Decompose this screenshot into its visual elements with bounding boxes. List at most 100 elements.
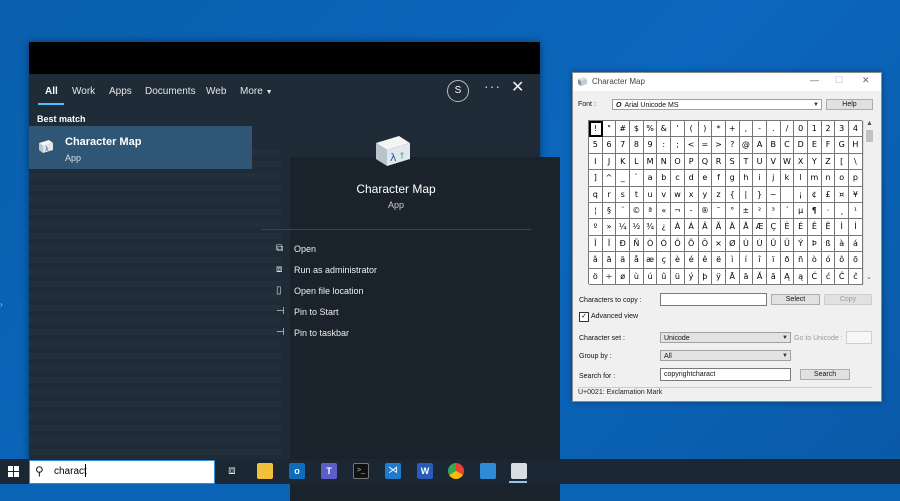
character-cell[interactable]: ç [657, 252, 672, 269]
character-cell[interactable] [780, 186, 795, 203]
character-cell[interactable]: K [616, 153, 631, 171]
grid-scrollbar[interactable]: ▲ ⌄ [863, 120, 875, 284]
character-cell[interactable]: < [684, 137, 699, 154]
character-cell[interactable]: é [684, 252, 699, 269]
character-cell[interactable]: Û [766, 235, 781, 253]
character-cell[interactable]: ¨ [616, 202, 631, 220]
character-cell[interactable]: ă [766, 268, 781, 285]
character-cell[interactable]: m [808, 170, 822, 187]
action-open-file-location[interactable]: ▯ Open file location [276, 285, 364, 299]
character-cell[interactable]: u [643, 186, 658, 203]
character-cell[interactable]: + [725, 121, 740, 138]
character-cell[interactable]: ą [794, 268, 808, 285]
character-cell[interactable]: ¶ [808, 202, 822, 220]
group-by-dropdown[interactable]: All ▼ [660, 350, 791, 361]
character-cell[interactable]: X [794, 153, 808, 171]
character-cell[interactable]: ú [643, 268, 658, 285]
character-cell[interactable]: ò [808, 252, 822, 269]
character-cell[interactable]: µ [794, 202, 808, 220]
character-cell[interactable]: M [643, 153, 658, 171]
tab-apps[interactable]: Apps [109, 84, 132, 100]
character-cell[interactable]: c [671, 170, 685, 187]
character-cell[interactable]: ¹ [849, 202, 863, 220]
character-cell[interactable]: ÷ [602, 268, 617, 285]
character-cell[interactable]: L [630, 153, 644, 171]
character-cell[interactable]: w [671, 186, 685, 203]
character-cell[interactable]: É [794, 219, 808, 236]
character-cell[interactable]: ± [739, 202, 754, 220]
scroll-down-icon[interactable]: ⌄ [866, 273, 872, 281]
character-cell[interactable]: i [753, 170, 767, 187]
character-cell[interactable]: [ [835, 153, 850, 171]
character-cell[interactable]: ¼ [616, 219, 631, 236]
character-cell[interactable]: 2 [821, 121, 836, 138]
character-cell[interactable]: p [849, 170, 863, 187]
character-cell[interactable]: g [725, 170, 740, 187]
terminal-icon[interactable]: >_ [353, 463, 369, 479]
character-cell[interactable]: Ć [808, 268, 822, 285]
character-cell[interactable]: ) [698, 121, 713, 138]
character-cell[interactable]: I [589, 153, 603, 171]
character-cell[interactable]: 1 [808, 121, 822, 138]
character-cell[interactable]: Þ [808, 235, 822, 253]
character-cell[interactable]: ¥ [849, 186, 863, 203]
character-cell[interactable]: î [753, 252, 767, 269]
character-cell[interactable]: W [780, 153, 795, 171]
character-cell[interactable]: % [643, 121, 658, 138]
character-cell[interactable]: 3 [835, 121, 850, 138]
character-cell[interactable]: _ [616, 170, 631, 187]
character-cell[interactable]: Ò [643, 235, 658, 253]
character-cell[interactable]: | [739, 186, 754, 203]
avatar[interactable]: S [447, 80, 469, 102]
character-cell[interactable]: 7 [616, 137, 631, 154]
action-pin-to-taskbar[interactable]: ⊣ Pin to taskbar [276, 327, 349, 341]
character-set-dropdown[interactable]: Unicode ▼ [660, 332, 791, 343]
character-cell[interactable]: Ä [725, 219, 740, 236]
character-cell[interactable]: ( [684, 121, 699, 138]
character-cell[interactable]: = [698, 137, 713, 154]
character-cell[interactable]: þ [698, 268, 713, 285]
chrome-icon[interactable] [448, 463, 464, 479]
character-cell[interactable]: O [671, 153, 685, 171]
character-cell[interactable]: x [684, 186, 699, 203]
character-cell[interactable]: R [712, 153, 726, 171]
character-cell[interactable]: º [589, 219, 603, 236]
character-cell[interactable]: ® [698, 202, 713, 220]
character-cell[interactable]: { [725, 186, 740, 203]
character-cell[interactable]: D [794, 137, 808, 154]
character-cell[interactable]: ° [725, 202, 740, 220]
character-cell[interactable]: t [630, 186, 644, 203]
character-cell[interactable]: ½ [630, 219, 644, 236]
more-options-icon[interactable]: ··· [484, 78, 501, 94]
character-cell[interactable]: E [808, 137, 822, 154]
character-cell[interactable]: Å [739, 219, 754, 236]
character-cell[interactable]: Õ [684, 235, 699, 253]
character-cell[interactable]: k [780, 170, 795, 187]
character-cell[interactable]: B [766, 137, 781, 154]
character-cell[interactable]: y [698, 186, 713, 203]
minimize-icon[interactable]: — [810, 75, 819, 85]
character-cell[interactable]: } [753, 186, 767, 203]
snipping-tool-icon[interactable] [480, 463, 496, 479]
character-cell[interactable]: # [616, 121, 631, 138]
character-cell[interactable]: j [766, 170, 781, 187]
character-cell[interactable]: , [739, 121, 754, 138]
character-cell[interactable]: ` [630, 170, 644, 187]
character-cell[interactable]: Â [698, 219, 713, 236]
character-cell[interactable]: õ [849, 252, 863, 269]
character-grid[interactable]: ! " # $% & '() * +, -./0 1 2 3 4 5 6 7 8 9:; < = >? @ A B C D E F G H… [588, 120, 863, 285]
character-cell[interactable]: 0 [794, 121, 808, 138]
character-cell[interactable]: e [698, 170, 713, 187]
character-cell[interactable]: V [766, 153, 781, 171]
action-run-as-admin[interactable]: ⧈ Run as administrator [276, 264, 377, 278]
character-cell[interactable]: « [657, 202, 672, 220]
character-cell[interactable]: ¤ [835, 186, 850, 203]
character-cell[interactable]: ¬ [671, 202, 685, 220]
character-cell[interactable]: N [657, 153, 672, 171]
character-cell[interactable]: ' [671, 121, 685, 138]
character-cell[interactable]: & [657, 121, 672, 138]
character-cell[interactable]: - [753, 121, 767, 138]
character-cell[interactable]: ¾ [643, 219, 658, 236]
character-cell[interactable]: â [589, 252, 603, 269]
character-cell[interactable]: z [712, 186, 726, 203]
